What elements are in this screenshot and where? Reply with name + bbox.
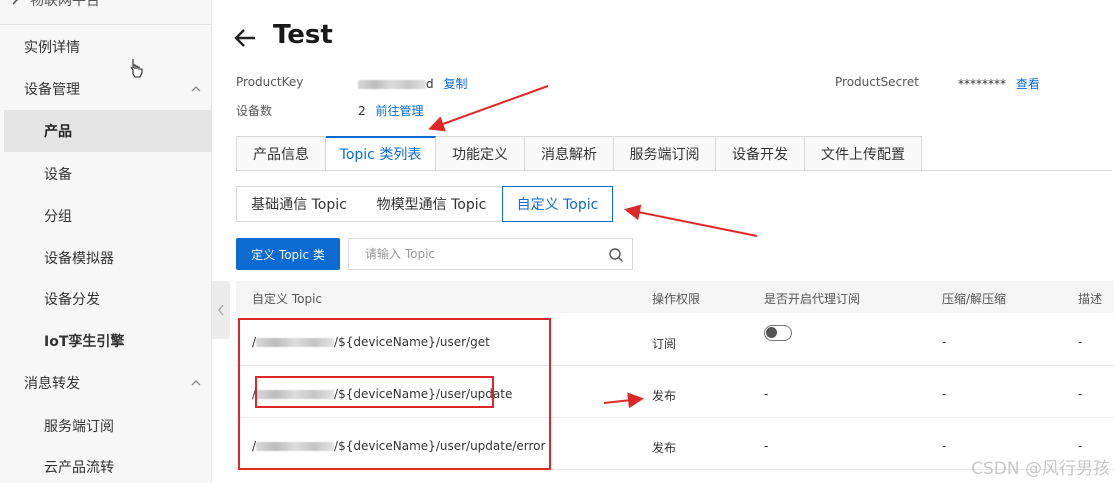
tab-server-subscription[interactable]: 服务端订阅 (614, 136, 716, 171)
product-key-tail: d (426, 77, 434, 91)
sidebar-item-device-management[interactable]: 设备管理 (0, 68, 212, 110)
description-cell: - (1078, 335, 1083, 349)
sidebar-item-label: 设备管理 (24, 82, 80, 98)
product-secret-value: ******** (958, 77, 1006, 91)
product-key-label: ProductKey (236, 75, 304, 89)
compression-cell: - (942, 335, 947, 349)
proxy-subscribe-cell: - (764, 387, 769, 401)
back-arrow-icon[interactable] (233, 27, 257, 49)
sidebar-item-product[interactable]: 产品 (4, 110, 212, 152)
sidebar-item-label: 实例详情 (24, 40, 80, 56)
sidebar-item-label: 产品 (44, 124, 72, 140)
sidebar-item-cloud-product-flow[interactable]: 云产品流转 (0, 446, 212, 483)
sidebar-item-label: 设备 (44, 167, 72, 183)
column-header-compression: 压缩/解压缩 (942, 292, 1007, 306)
sidebar-item-label: 云产品流转 (44, 460, 114, 476)
sidebar-item-device-distribution[interactable]: 设备分发 (0, 278, 212, 320)
sidebar-item-label: 服务端订阅 (44, 419, 114, 435)
tab-topic-list[interactable]: Topic 类列表 (326, 136, 436, 171)
sidebar-item-label: 消息转发 (24, 376, 80, 392)
permission-cell: 发布 (652, 441, 677, 455)
tab-file-upload-config[interactable]: 文件上传配置 (805, 136, 922, 171)
chevron-left-icon (218, 304, 224, 316)
chevron-up-icon (191, 380, 201, 386)
watermark: CSDN @风行男孩 (971, 459, 1110, 479)
chevron-up-icon (191, 86, 201, 92)
chevron-icon (10, 0, 20, 9)
column-header-topic: 自定义 Topic (252, 292, 322, 306)
define-topic-class-button[interactable]: 定义 Topic 类 (236, 238, 340, 270)
sidebar-item-group[interactable]: 分组 (0, 195, 212, 237)
sidebar-top-label: 物联网平台 (30, 0, 100, 9)
tab-feature-definition[interactable]: 功能定义 (436, 136, 525, 171)
sidebar-item-label: 分组 (44, 209, 72, 225)
view-secret-link[interactable]: 查看 (1016, 77, 1040, 91)
sidebar-item-label: IoT孪生引擎 (44, 334, 125, 350)
permission-cell: 发布 (652, 389, 677, 403)
device-count-value: 2 (358, 104, 366, 118)
copy-link[interactable]: 复制 (443, 77, 467, 91)
sidebar-item-label: 设备分发 (44, 292, 100, 308)
sidebar-item-message-forwarding[interactable]: 消息转发 (0, 362, 212, 404)
manage-link[interactable]: 前往管理 (375, 104, 423, 118)
tab-product-info[interactable]: 产品信息 (236, 136, 326, 171)
search-icon[interactable] (608, 247, 624, 263)
description-cell: - (1078, 439, 1083, 453)
product-secret-label: ProductSecret (835, 75, 919, 89)
redacted-value (358, 80, 426, 89)
subtab-thing-model-topic[interactable]: 物模型通信 Topic (361, 186, 503, 222)
proxy-subscribe-cell: - (764, 439, 769, 453)
app-root: 物联网平台 实例详情 设备管理 产品 设备 分组 设备模拟器 设备分发 IoT孪… (0, 0, 1114, 483)
tab-message-parsing[interactable]: 消息解析 (525, 136, 614, 171)
product-secret: ******** 查看 (958, 75, 1040, 92)
permission-cell: 订阅 (652, 337, 677, 351)
sidebar: 物联网平台 实例详情 设备管理 产品 设备 分组 设备模拟器 设备分发 IoT孪… (0, 0, 212, 483)
product-tabs: 产品信息 Topic 类列表 功能定义 消息解析 服务端订阅 设备开发 文件上传… (236, 136, 922, 171)
sidebar-item-instance-detail[interactable]: 实例详情 (0, 26, 212, 68)
column-header-proxy-subscribe: 是否开启代理订阅 (764, 292, 861, 306)
subtab-basic-topic[interactable]: 基础通信 Topic (236, 186, 362, 222)
sidebar-divider (0, 24, 212, 25)
column-header-description: 描述 (1078, 292, 1103, 306)
sidebar-item-iot-twin-engine[interactable]: IoT孪生引擎 (0, 320, 212, 362)
tab-device-development[interactable]: 设备开发 (716, 136, 805, 171)
proxy-subscribe-toggle[interactable] (764, 325, 792, 341)
annotation-arrow-subtab (624, 204, 758, 237)
tabs-divider (236, 170, 1112, 171)
subtab-custom-topic[interactable]: 自定义 Topic (502, 186, 613, 222)
sidebar-item-label: 设备模拟器 (44, 251, 114, 267)
sidebar-top-partial[interactable]: 物联网平台 (10, 0, 100, 10)
sidebar-item-device-simulator[interactable]: 设备模拟器 (0, 237, 212, 279)
device-count: 2 前往管理 (358, 102, 423, 119)
topic-search-input[interactable] (349, 247, 599, 261)
product-key-value: d 复制 (358, 75, 467, 92)
column-header-permission: 操作权限 (652, 292, 701, 306)
device-count-label: 设备数 (236, 104, 273, 118)
topic-search (348, 238, 633, 270)
table-header: 自定义 Topic 操作权限 是否开启代理订阅 压缩/解压缩 描述 (236, 281, 1114, 313)
annotation-box-update-topic (255, 376, 494, 408)
sidebar-collapse-handle[interactable] (212, 281, 230, 339)
annotation-arrow-tab (428, 85, 549, 132)
description-cell: - (1078, 387, 1083, 401)
sidebar-item-device[interactable]: 设备 (0, 153, 212, 195)
page-title: Test (273, 20, 333, 50)
compression-cell: - (942, 439, 947, 453)
sidebar-item-server-subscription[interactable]: 服务端订阅 (0, 405, 212, 447)
compression-cell: - (942, 387, 947, 401)
